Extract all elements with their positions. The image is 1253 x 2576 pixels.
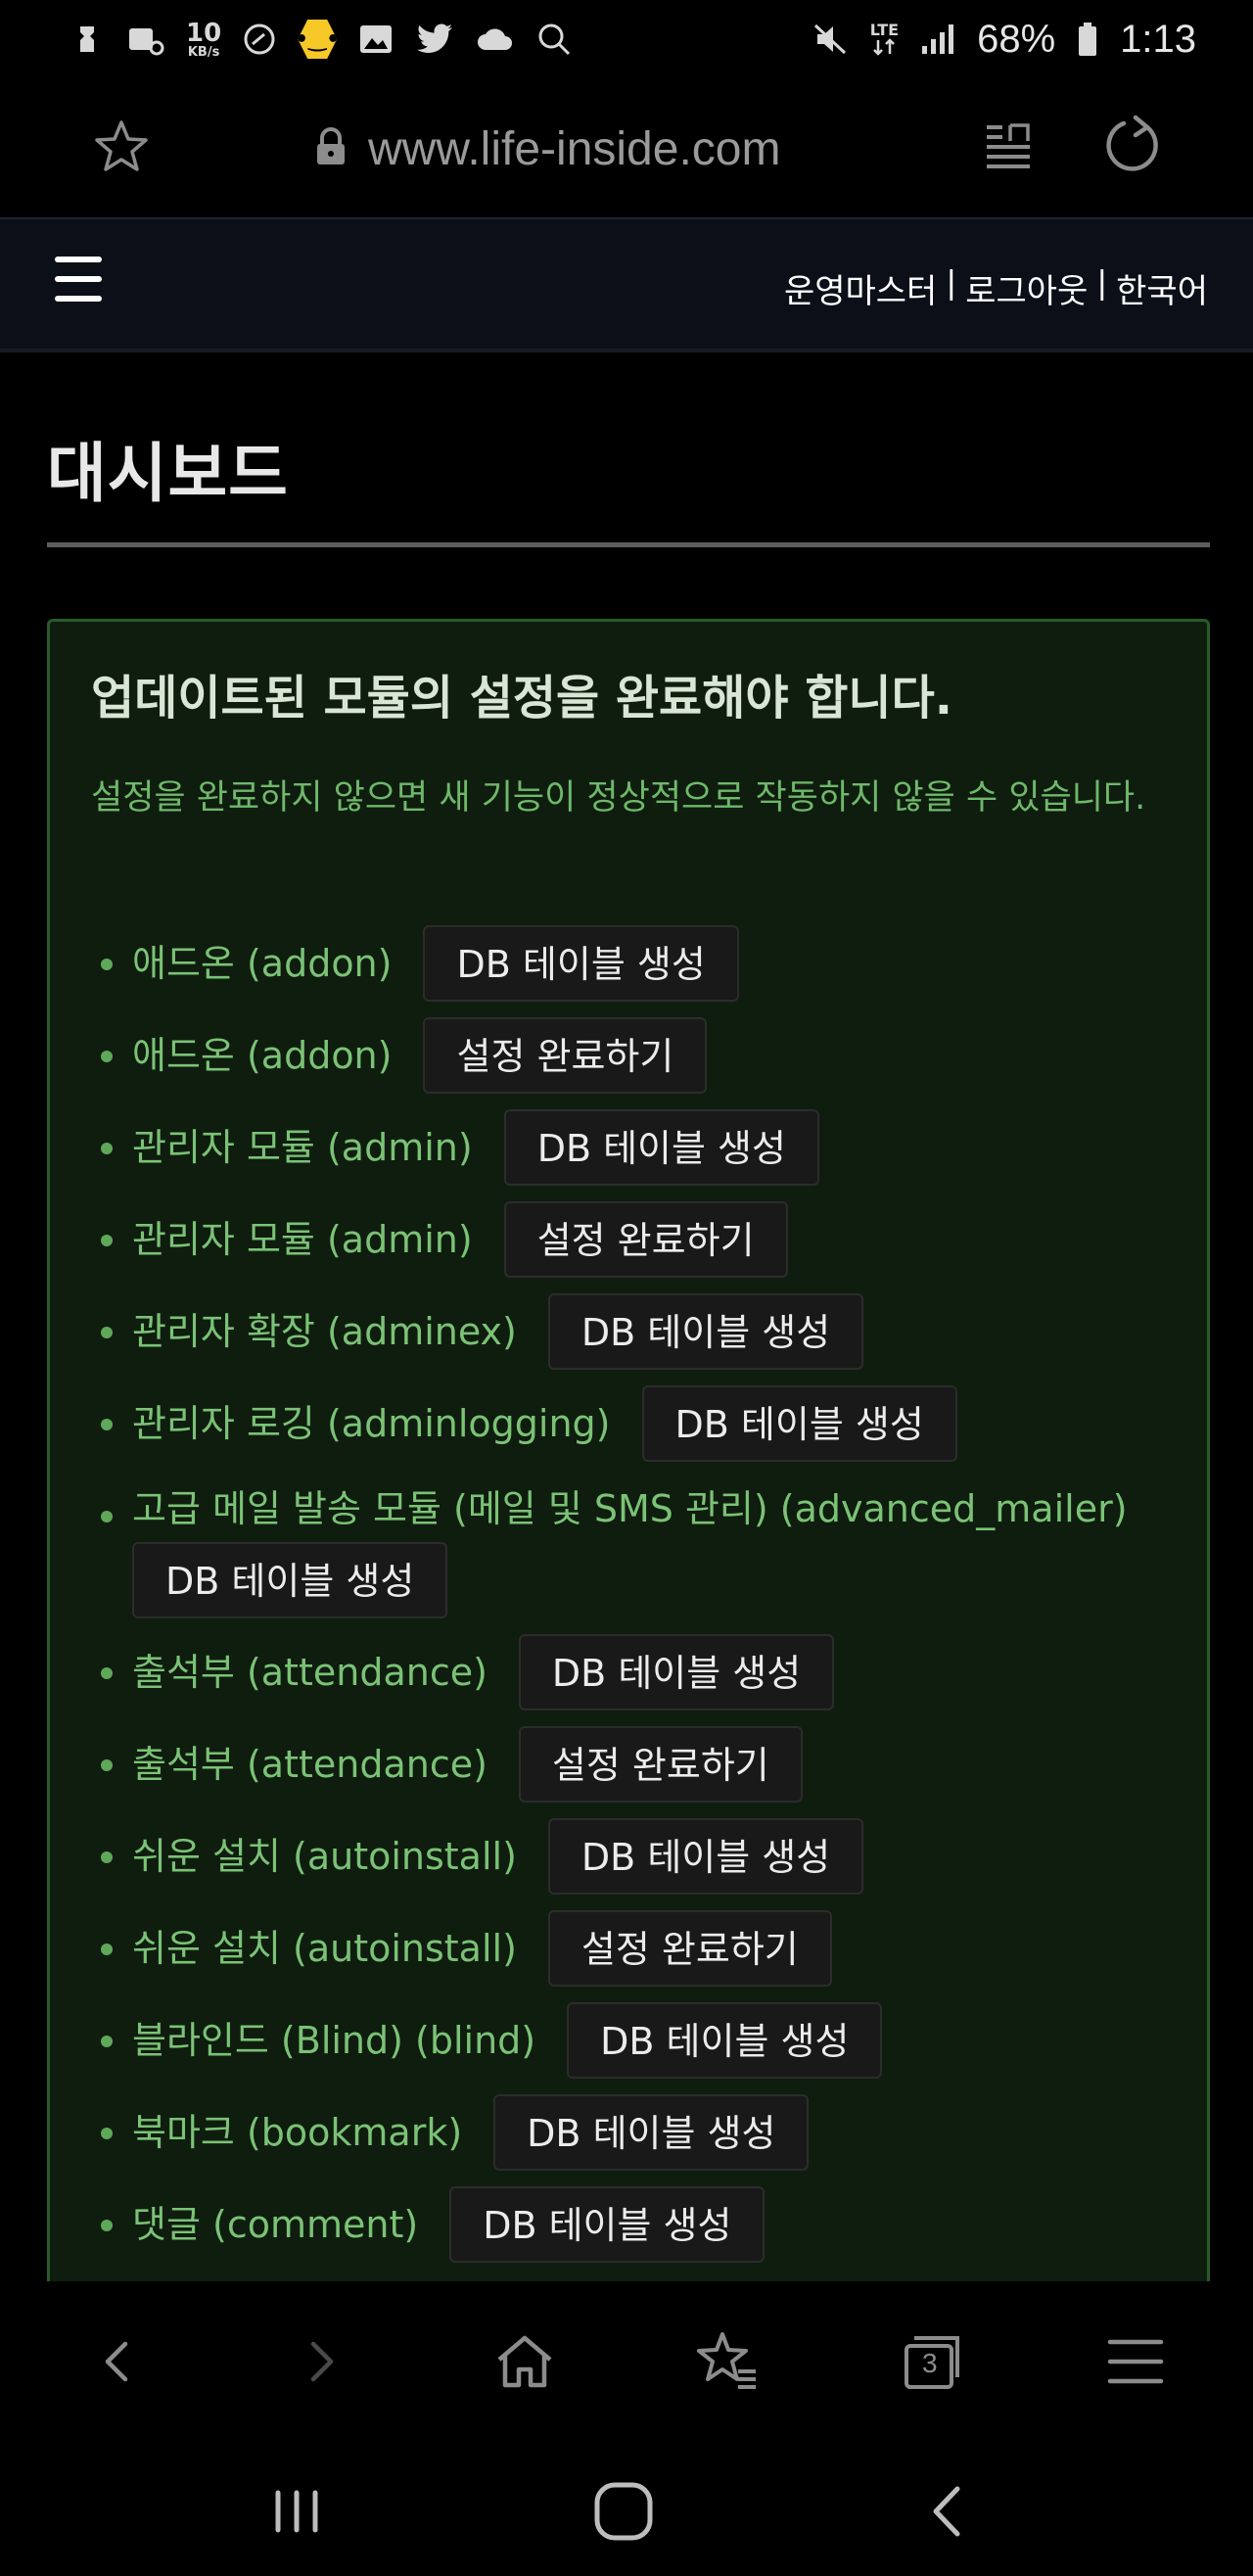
logout-link[interactable]: 로그아웃 (965, 264, 1088, 312)
module-name: 고급 메일 발송 모듈 (메일 및 SMS 관리) (advanced_mail… (132, 1487, 1128, 1530)
list-item: 댓글 (comment) DB 테이블 생성 (101, 2186, 1170, 2263)
browser-toolbar: www.life-inside.com (0, 78, 1253, 217)
lte-icon: LTE (870, 23, 899, 56)
module-name: 쉬운 설치 (autoinstall) (132, 1927, 517, 1970)
alert-title: 업데이트된 모듈의 설정을 완료해야 합니다. (91, 671, 952, 726)
menu-icon[interactable] (1100, 2326, 1171, 2397)
list-item: 쉬운 설치 (autoinstall) DB 테이블 생성 (101, 1818, 1170, 1895)
complete-setup-button[interactable]: 설정 완료하기 (518, 1726, 803, 1803)
lock-icon (313, 127, 348, 170)
admin-user-link[interactable]: 운영마스터 (784, 264, 937, 312)
speed-icon (243, 23, 276, 56)
module-list: 애드온 (addon) DB 테이블 생성 애드온 (addon) 설정 완료하… (101, 925, 1170, 2278)
status-left-icons: 10 KB/s •‿• (70, 20, 572, 59)
network-speed: 10 KB/s (186, 18, 222, 60)
search-icon (536, 22, 572, 57)
update-alert-box: 업데이트된 모듈의 설정을 완료해야 합니다. 설정을 완료하지 않으면 새 기… (47, 619, 1210, 2322)
clock: 1:13 (1120, 17, 1196, 61)
cloud-icon (476, 24, 515, 54)
module-name: 출석부 (attendance) (132, 1743, 487, 1786)
module-name: 쉬운 설치 (autoinstall) (132, 1835, 517, 1878)
sticker-app-icon: •‿• (298, 20, 338, 59)
app-icon (70, 23, 104, 56)
create-db-table-button[interactable]: DB 테이블 생성 (518, 1634, 835, 1710)
page-title: 대시보드 (47, 421, 1210, 547)
list-item: 출석부 (attendance) DB 테이블 생성 (101, 1634, 1170, 1710)
reader-mode-icon[interactable] (981, 119, 1036, 174)
main-content: 대시보드 업데이트된 모듈의 설정을 완료해야 합니다. 설정을 완료하지 않으… (47, 352, 1210, 2322)
system-back-icon[interactable] (914, 2477, 983, 2546)
separator: | (1097, 264, 1107, 302)
create-db-table-button[interactable]: DB 테이블 생성 (423, 925, 739, 1002)
list-item: 애드온 (addon) 설정 완료하기 (101, 1017, 1170, 1094)
twitter-icon (415, 23, 454, 56)
bookmarks-icon[interactable] (693, 2326, 764, 2397)
create-db-table-button[interactable]: DB 테이블 생성 (567, 2002, 883, 2079)
module-name: 관리자 로깅 (adminlogging) (132, 1402, 611, 1445)
hamburger-menu-icon[interactable] (55, 257, 104, 311)
list-item: 관리자 로깅 (adminlogging) DB 테이블 생성 (101, 1385, 1170, 1462)
module-name: 관리자 모듈 (admin) (132, 1126, 473, 1169)
url-text[interactable]: www.life-inside.com (368, 122, 780, 176)
list-item: 애드온 (addon) DB 테이블 생성 (101, 925, 1170, 1002)
address-bar[interactable]: www.life-inside.com (313, 117, 780, 180)
list-item: 관리자 모듈 (admin) 설정 완료하기 (101, 1201, 1170, 1278)
site-header: 운영마스터 | 로그아웃 | 한국어 (0, 217, 1253, 352)
recent-apps-icon[interactable] (262, 2477, 331, 2546)
tabs-icon[interactable]: 3 (897, 2326, 967, 2397)
module-name: 애드온 (addon) (132, 1034, 393, 1077)
forward-icon[interactable] (286, 2326, 356, 2397)
list-item: 관리자 확장 (adminex) DB 테이블 생성 (101, 1293, 1170, 1370)
create-db-table-button[interactable]: DB 테이블 생성 (503, 1109, 819, 1186)
complete-setup-button[interactable]: 설정 완료하기 (503, 1201, 788, 1278)
browser-bottom-nav: 3 (0, 2281, 1253, 2438)
system-nav-bar (0, 2438, 1253, 2576)
status-bar: 10 KB/s •‿• LTE 68% 1:13 (0, 0, 1253, 78)
bookmark-star-icon[interactable] (92, 117, 151, 176)
home-button-icon[interactable] (589, 2477, 658, 2546)
battery-icon (1077, 22, 1098, 57)
module-name: 블라인드 (Blind) (blind) (132, 2019, 536, 2062)
module-name: 북마크 (bookmark) (132, 2111, 463, 2154)
mute-icon (812, 22, 849, 57)
create-db-table-button[interactable]: DB 테이블 생성 (547, 1818, 864, 1895)
create-db-table-button[interactable]: DB 테이블 생성 (547, 1293, 864, 1370)
create-db-table-button[interactable]: DB 테이블 생성 (493, 2094, 810, 2171)
module-name: 관리자 확장 (adminex) (132, 1310, 517, 1353)
create-db-table-button[interactable]: DB 테이블 생성 (641, 1385, 957, 1462)
status-right-icons: LTE 68% 1:13 (812, 18, 1196, 62)
gallery-icon (358, 23, 394, 56)
complete-setup-button[interactable]: 설정 완료하기 (547, 1910, 832, 1987)
list-item: 북마크 (bookmark) DB 테이블 생성 (101, 2094, 1170, 2171)
module-name: 출석부 (attendance) (132, 1651, 487, 1694)
battery-percent: 68% (977, 17, 1056, 61)
create-db-table-button[interactable]: DB 테이블 생성 (132, 1542, 448, 1618)
separator: | (947, 264, 956, 302)
list-item: 관리자 모듈 (admin) DB 테이블 생성 (101, 1109, 1170, 1186)
list-item: 블라인드 (Blind) (blind) DB 테이블 생성 (101, 2002, 1170, 2079)
back-icon[interactable] (82, 2326, 153, 2397)
module-name: 관리자 모듈 (admin) (132, 1218, 473, 1261)
list-item: 쉬운 설치 (autoinstall) 설정 완료하기 (101, 1910, 1170, 1987)
signal-icon (920, 23, 955, 56)
module-name: 애드온 (addon) (132, 942, 393, 985)
reload-icon[interactable] (1100, 114, 1165, 178)
list-item: 고급 메일 발송 모듈 (메일 및 SMS 관리) (advanced_mail… (101, 1477, 1170, 1618)
create-db-table-button[interactable]: DB 테이블 생성 (449, 2186, 766, 2263)
tab-count: 3 (922, 2348, 938, 2378)
alert-description: 설정을 완료하지 않으면 새 기능이 정상적으로 작동하지 않을 수 있습니다. (91, 778, 1146, 818)
home-icon[interactable] (489, 2326, 560, 2397)
list-item: 출석부 (attendance) 설정 완료하기 (101, 1726, 1170, 1803)
screen-recorder-icon (125, 23, 164, 56)
user-links: 운영마스터 | 로그아웃 | 한국어 (784, 264, 1208, 312)
module-name: 댓글 (comment) (132, 2203, 419, 2246)
complete-setup-button[interactable]: 설정 완료하기 (423, 1017, 708, 1094)
language-link[interactable]: 한국어 (1116, 264, 1208, 312)
